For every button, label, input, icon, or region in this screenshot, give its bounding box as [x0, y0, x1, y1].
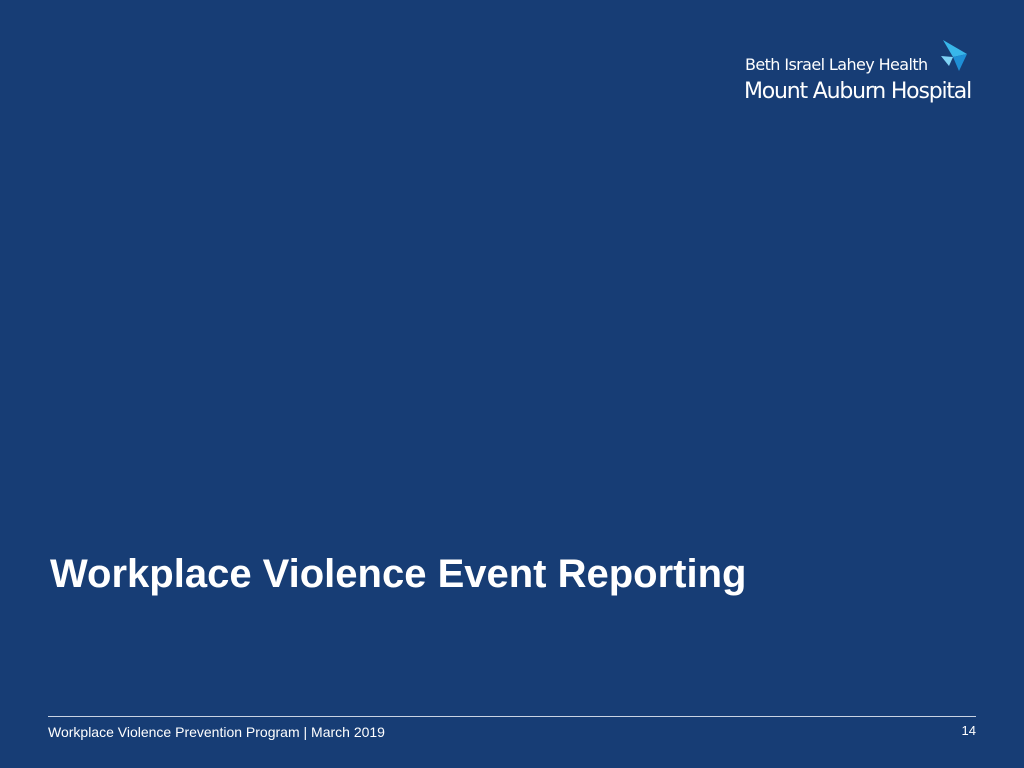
- logo-parent-name: Beth Israel Lahey Health: [745, 55, 928, 74]
- logo-hospital-name: Mount Auburn Hospital: [744, 79, 972, 104]
- footer-text: Workplace Violence Prevention Program | …: [48, 724, 385, 740]
- slide: Beth Israel Lahey Health Mount Auburn Ho…: [0, 0, 1024, 768]
- page-number: 14: [961, 723, 976, 738]
- hospital-logo: Beth Israel Lahey Health Mount Auburn Ho…: [744, 40, 984, 110]
- slide-title: Workplace Violence Event Reporting: [50, 552, 747, 596]
- bird-logo-icon: [941, 40, 967, 71]
- footer-divider: [48, 716, 976, 717]
